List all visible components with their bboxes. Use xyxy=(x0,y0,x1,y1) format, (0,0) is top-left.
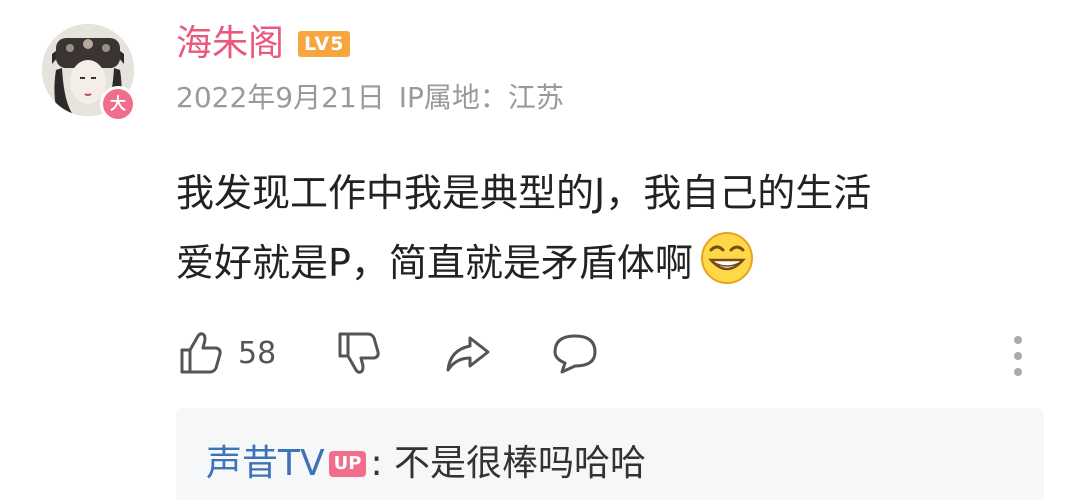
reply-preview[interactable]: 声昔TV UP: 不是很棒吗哈哈 xyxy=(176,408,1044,500)
ip-location: IP属地：江苏 xyxy=(398,81,564,114)
reply-line: 声昔TV UP: 不是很棒吗哈哈 xyxy=(206,438,646,490)
vip-badge: 大 xyxy=(100,86,136,122)
comment-text-line-2: 爱好就是P，简直就是矛盾体啊 xyxy=(176,228,1056,298)
up-badge: UP xyxy=(328,451,367,477)
grinning-face-emoji-icon xyxy=(700,232,753,284)
comment-date: 2022年9月21日 xyxy=(176,81,385,114)
more-vertical-icon[interactable] xyxy=(1006,332,1030,380)
comment-card: 大 海朱阁 LV5 2022年9月21日 IP属地：江苏 我发现工作中我是典型的J… xyxy=(0,0,1080,500)
reply-separator: : xyxy=(370,443,383,484)
like-count: 58 xyxy=(238,336,277,371)
comment-text-line: 爱好就是P，简直就是矛盾体啊 xyxy=(176,241,693,285)
share-icon[interactable] xyxy=(442,328,492,378)
comment-meta: 2022年9月21日 IP属地：江苏 xyxy=(176,78,564,118)
level-badge: LV5 xyxy=(298,31,351,57)
thumbs-up-icon[interactable] xyxy=(176,328,226,378)
reply-text: 不是很棒吗哈哈 xyxy=(394,443,647,484)
username[interactable]: 海朱阁 xyxy=(176,20,284,68)
comment-text-line: 我发现工作中我是典型的J，我自己的生活 xyxy=(176,171,872,215)
comment-actions: 58 xyxy=(176,328,1046,384)
reply-author[interactable]: 声昔TV xyxy=(206,443,325,484)
comment-text: 我发现工作中我是典型的J，我自己的生活 爱好就是P，简直就是矛盾体啊 xyxy=(176,158,1056,298)
reply-bubble-icon[interactable] xyxy=(550,328,600,378)
thumbs-down-icon[interactable] xyxy=(334,328,384,378)
